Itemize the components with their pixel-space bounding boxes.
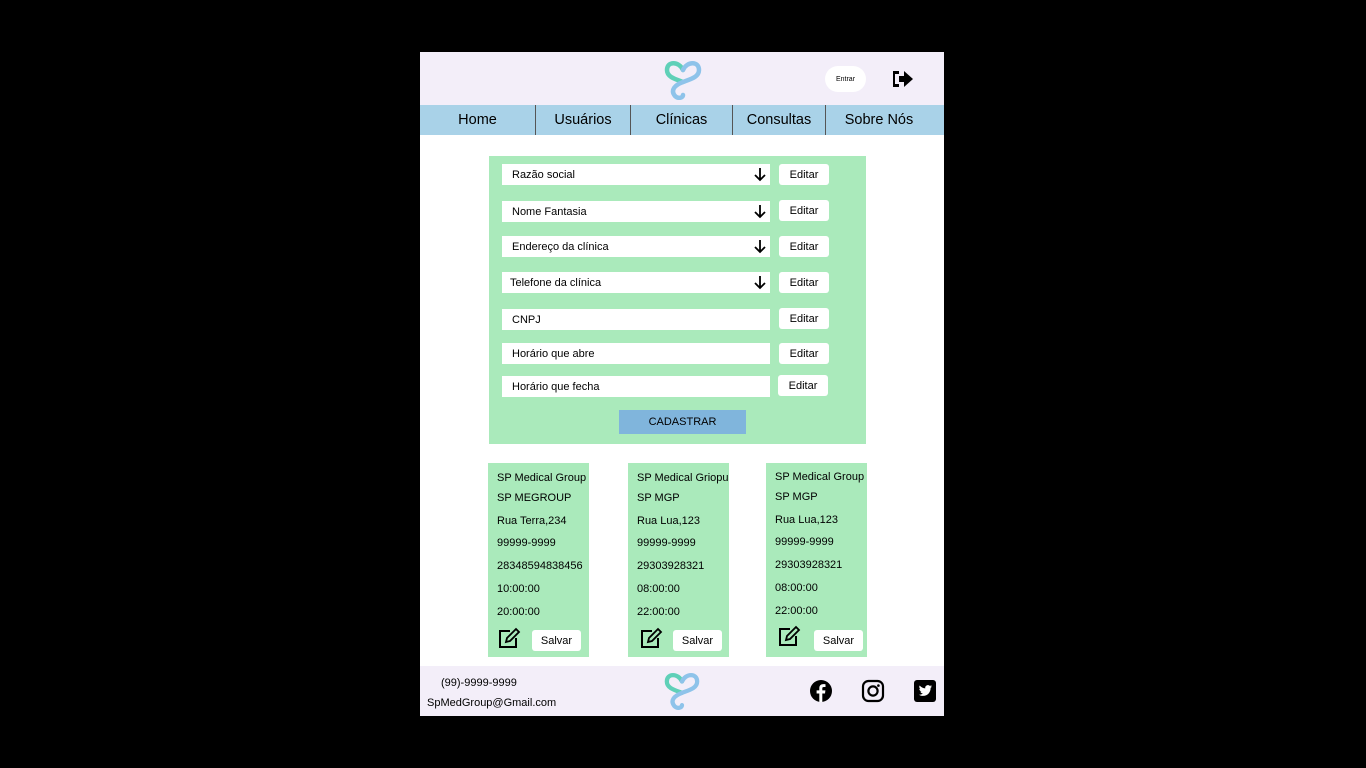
- nav-item-clinicas[interactable]: Clínicas: [631, 105, 732, 135]
- field-label: Nome Fantasia: [512, 205, 587, 218]
- edit-cnpj-button[interactable]: Editar: [779, 308, 829, 329]
- card-horario-fecha: 22:00:00: [775, 605, 818, 617]
- card-endereco: Rua Terra,234: [497, 515, 567, 527]
- edit-nome-fantasia-button[interactable]: Editar: [779, 200, 829, 221]
- footer-phone: (99)-9999-9999: [441, 677, 517, 689]
- horario-fecha-input[interactable]: Horário que fecha: [502, 376, 770, 397]
- card-horario-abre: 08:00:00: [637, 583, 680, 595]
- instagram-icon[interactable]: [861, 679, 885, 703]
- edit-icon[interactable]: [639, 627, 663, 649]
- arrow-down-icon: [754, 205, 766, 219]
- card-cnpj: 28348594838456: [497, 560, 583, 572]
- nav-item-sobre-nos[interactable]: Sobre Nós: [826, 105, 932, 135]
- card-telefone: 99999-9999: [637, 537, 696, 549]
- card-nome-fantasia: SP MGP: [637, 492, 680, 504]
- razao-social-select[interactable]: Razão social: [502, 164, 770, 185]
- edit-icon[interactable]: [497, 627, 521, 649]
- salvar-button[interactable]: Salvar: [673, 630, 722, 651]
- footer-email[interactable]: SpMedGroup@Gmail.com: [427, 697, 556, 709]
- field-label: Endereço da clínica: [512, 240, 609, 253]
- card-razao-social: SP Medical Griopu: [637, 472, 729, 484]
- arrow-down-icon: [754, 240, 766, 254]
- footer: (99)-9999-9999 SpMedGroup@Gmail.com: [420, 666, 944, 716]
- clinic-card: SP Medical Group SP MEGROUP Rua Terra,23…: [488, 463, 589, 657]
- arrow-down-icon: [754, 276, 766, 290]
- card-telefone: 99999-9999: [497, 537, 556, 549]
- facebook-icon[interactable]: [809, 679, 833, 703]
- nav-item-home[interactable]: Home: [420, 105, 535, 135]
- endereco-select[interactable]: Endereço da clínica: [502, 236, 770, 257]
- card-razao-social: SP Medical Group: [497, 472, 587, 484]
- sign-out-icon[interactable]: [890, 69, 914, 89]
- nav-item-usuarios[interactable]: Usuários: [536, 105, 630, 135]
- edit-endereco-button[interactable]: Editar: [779, 236, 829, 257]
- edit-telefone-button[interactable]: Editar: [779, 272, 829, 293]
- edit-horario-fecha-button[interactable]: Editar: [778, 375, 828, 396]
- nome-fantasia-select[interactable]: Nome Fantasia: [502, 201, 770, 222]
- field-label: Horário que fecha: [512, 380, 600, 393]
- card-horario-fecha: 20:00:00: [497, 606, 540, 618]
- header: Entrar: [420, 52, 944, 105]
- card-horario-fecha: 22:00:00: [637, 606, 680, 618]
- card-nome-fantasia: SP MEGROUP: [497, 492, 572, 504]
- arrow-down-icon: [754, 168, 766, 182]
- twitter-icon[interactable]: [913, 679, 937, 703]
- salvar-button[interactable]: Salvar: [532, 630, 581, 651]
- edit-icon[interactable]: [777, 625, 801, 647]
- app-page: Entrar Home Usuários Clínicas Consultas …: [420, 52, 944, 716]
- cadastrar-button[interactable]: CADASTRAR: [619, 410, 746, 434]
- field-label: Horário que abre: [512, 347, 595, 360]
- clinic-form: Razão social Editar Nome Fantasia Editar…: [489, 156, 866, 444]
- field-label: CNPJ: [512, 313, 541, 326]
- main-nav: Home Usuários Clínicas Consultas Sobre N…: [420, 105, 944, 135]
- card-horario-abre: 10:00:00: [497, 583, 540, 595]
- clinic-card: SP Medical Group SP MGP Rua Lua,123 9999…: [766, 463, 867, 657]
- edit-razao-social-button[interactable]: Editar: [779, 164, 829, 185]
- card-cnpj: 29303928321: [775, 559, 843, 571]
- card-endereco: Rua Lua,123: [775, 514, 838, 526]
- card-endereco: Rua Lua,123: [637, 515, 700, 527]
- horario-abre-input[interactable]: Horário que abre: [502, 343, 770, 364]
- clinic-card: SP Medical Griopu SP MGP Rua Lua,123 999…: [628, 463, 729, 657]
- card-horario-abre: 08:00:00: [775, 582, 818, 594]
- logo-icon: [664, 672, 700, 710]
- card-razao-social: SP Medical Group: [775, 471, 865, 483]
- card-telefone: 99999-9999: [775, 536, 834, 548]
- card-cnpj: 29303928321: [637, 560, 705, 572]
- nav-item-consultas[interactable]: Consultas: [733, 105, 825, 135]
- telefone-select[interactable]: Telefone da clínica: [502, 272, 770, 293]
- field-label: Telefone da clínica: [510, 276, 602, 289]
- edit-horario-abre-button[interactable]: Editar: [779, 343, 829, 364]
- salvar-button[interactable]: Salvar: [814, 630, 863, 651]
- field-label: Razão social: [512, 168, 575, 181]
- login-button[interactable]: Entrar: [825, 66, 866, 92]
- logo-icon: [664, 61, 702, 100]
- card-nome-fantasia: SP MGP: [775, 491, 818, 503]
- cnpj-input[interactable]: CNPJ: [502, 309, 770, 330]
